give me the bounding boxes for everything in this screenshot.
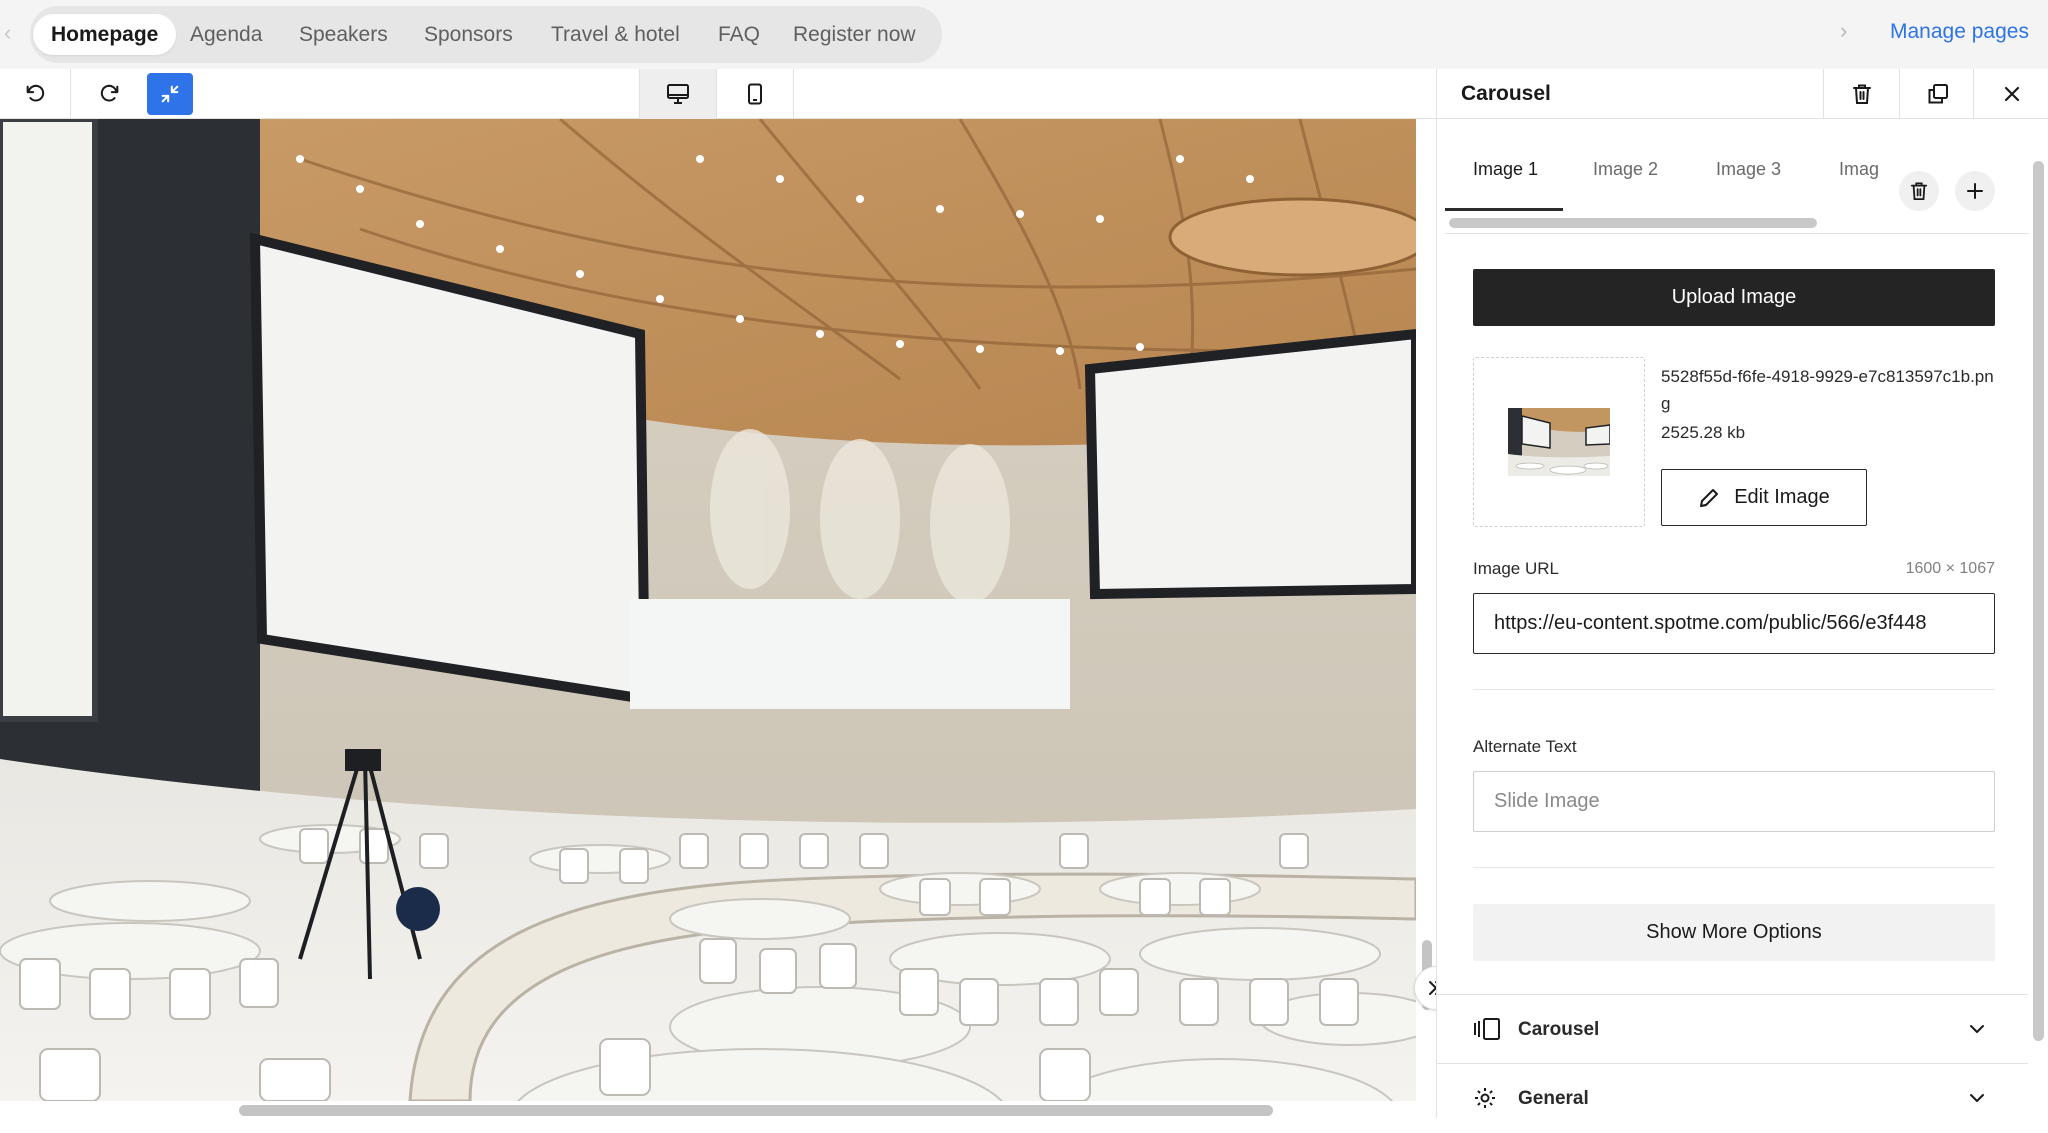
editor-toolbar [0,69,1436,119]
panel-title: Carousel [1461,82,1551,105]
page-tab-bar: ‹ Homepage Agenda Speakers Sponsors Trav… [0,0,2048,69]
trash-icon [1852,84,1871,104]
pencil-icon [1700,488,1719,507]
page-tab-speakers[interactable]: Speakers [299,14,388,55]
scroll-left-icon[interactable]: ‹ [4,22,20,44]
close-icon [2004,86,2019,102]
alt-text-input[interactable]: Slide Image [1473,771,1995,832]
delete-block-button[interactable] [1823,69,1899,119]
chevron-down-icon [1970,1094,1984,1102]
panel-vertical-scrollbar[interactable] [2033,161,2044,1041]
scroll-right-icon[interactable]: › [1840,18,1847,44]
page-tab-agenda[interactable]: Agenda [190,14,262,55]
copy-icon [1928,84,1948,104]
collapse-preview-button[interactable] [147,73,193,115]
image-thumbnail [1508,408,1610,476]
page-tabs-container: Homepage Agenda Speakers Sponsors Travel… [30,6,942,63]
show-more-options-button[interactable]: Show More Options [1473,904,1995,961]
image-tabs-scrollbar[interactable] [1449,218,1817,228]
gear-icon [1475,1088,1495,1108]
close-panel-button[interactable] [1973,69,2048,119]
chevron-down-icon [1970,1025,1984,1033]
page-tab-faq[interactable]: FAQ [718,14,760,55]
tabs-divider [1445,233,2029,234]
image-tabs: Image 1 Image 2 Image 3 Imag [1445,139,1883,211]
carousel-preview-canvas[interactable] [0,119,1416,1101]
mobile-view-button[interactable] [717,69,793,119]
upload-image-button[interactable]: Upload Image [1473,269,1995,326]
image-url-label: Image URL [1473,559,1559,578]
desktop-icon [667,84,689,104]
redo-icon [100,84,119,102]
page-tab-homepage[interactable]: Homepage [33,14,177,55]
edit-image-label: Edit Image [1734,486,1830,508]
section-carousel-label: Carousel [1518,1019,1600,1040]
undo-button[interactable] [0,69,70,119]
image-tab-1[interactable]: Image 1 [1473,139,1538,199]
minimize-icon [161,85,179,103]
add-image-button[interactable] [1955,171,1995,211]
canvas-horizontal-scrollbar[interactable] [239,1105,1273,1116]
image-tab-2[interactable]: Image 2 [1593,139,1658,199]
carousel-icon [1474,1018,1500,1040]
image-dimensions: 1600 × 1067 [1905,560,1995,577]
alt-text-label: Alternate Text [1473,737,1577,756]
panel-header: Carousel [1437,69,2048,119]
image-tab-3[interactable]: Image 3 [1716,139,1781,199]
section-carousel[interactable]: Carousel [1437,994,2028,1063]
divider [1473,867,1995,868]
image-thumbnail-box [1473,357,1645,527]
plus-icon [1967,183,1983,199]
section-general[interactable]: General [1437,1063,2028,1132]
undo-icon [26,84,45,102]
carousel-settings-panel: Carousel Image 1 Image 2 Image 3 Imag Up… [1436,69,2048,1118]
duplicate-block-button[interactable] [1899,69,1975,119]
page-tab-sponsors[interactable]: Sponsors [424,14,513,55]
section-general-label: General [1518,1088,1589,1109]
conference-hall-image [0,119,1416,1101]
redo-button[interactable] [75,69,145,119]
page-tab-travel-hotel[interactable]: Travel & hotel [551,14,680,55]
file-size: 2525.28 kb [1661,423,1746,442]
page-tab-register-now[interactable]: Register now [793,14,916,55]
image-url-input[interactable]: https://eu-content.spotme.com/public/566… [1473,593,1995,654]
manage-pages-link[interactable]: Manage pages [1890,20,2029,44]
image-tab-4[interactable]: Imag [1839,139,1879,199]
desktop-view-button[interactable] [640,69,716,119]
mobile-icon [748,83,762,105]
divider [1473,689,1995,690]
trash-icon [1910,182,1928,200]
file-name: 5528f55d-f6fe-4918-9929-e7c813597c1b.png [1661,367,1994,413]
active-tab-indicator [1445,208,1563,211]
delete-image-button[interactable] [1899,171,1939,211]
edit-image-button[interactable]: Edit Image [1661,469,1867,526]
